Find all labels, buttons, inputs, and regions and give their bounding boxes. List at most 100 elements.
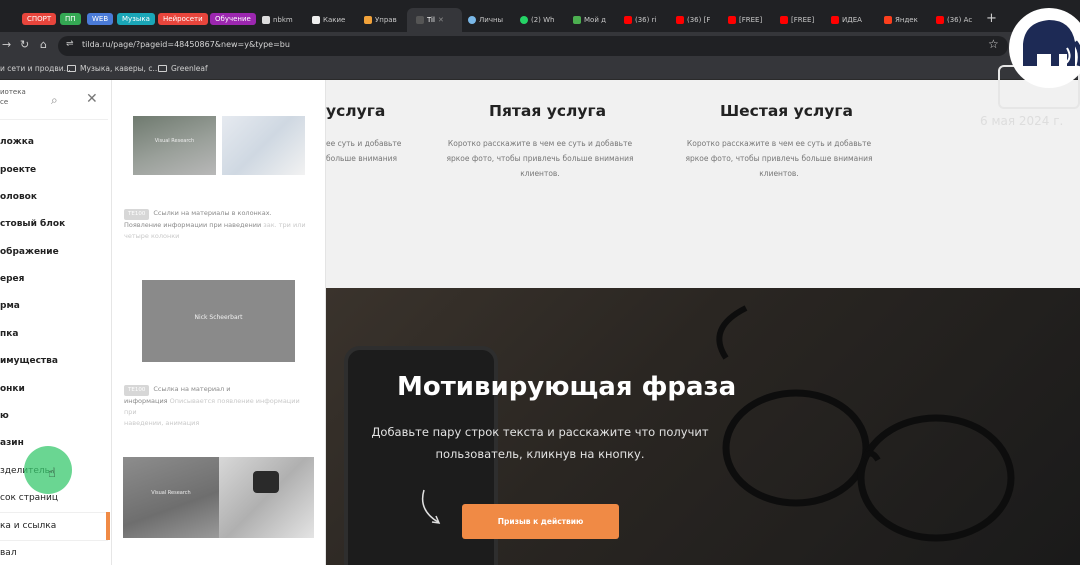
service-title[interactable]: услуга bbox=[326, 102, 385, 120]
menu-item-gallery[interactable]: ерея bbox=[0, 274, 24, 284]
tab-label: Мой д bbox=[584, 16, 606, 24]
tab[interactable]: ИДЕА bbox=[831, 11, 877, 29]
menu-item-about[interactable]: роекте bbox=[0, 165, 36, 175]
tab[interactable]: Яндек bbox=[884, 11, 930, 29]
bookmark-chip-web[interactable]: WEB bbox=[87, 13, 114, 25]
hero-text[interactable]: Добавьте пару строк текста и расскажите … bbox=[370, 421, 710, 465]
caption-text: Ссылки на материалы в колонках. bbox=[153, 209, 272, 217]
drive-icon bbox=[573, 16, 581, 24]
menu-item-cover[interactable]: ложка bbox=[0, 137, 34, 147]
site-info-icon[interactable]: ⇌ bbox=[66, 39, 74, 49]
caption-text: информация bbox=[124, 397, 168, 405]
menu-item-button[interactable]: пка bbox=[0, 329, 18, 339]
menu-item-shop[interactable]: азин bbox=[0, 438, 24, 448]
bookmark-chip-pp[interactable]: ПП bbox=[60, 13, 81, 25]
youtube-icon bbox=[936, 16, 944, 24]
block-thumbnail-image[interactable]: Visual Research bbox=[133, 116, 216, 175]
close-icon[interactable]: ✕ bbox=[86, 91, 98, 107]
tab-favicon-icon bbox=[468, 16, 476, 24]
tab-label: [FREE] bbox=[739, 16, 763, 24]
close-tab-icon[interactable]: ✕ bbox=[438, 16, 444, 24]
home-icon[interactable]: ⌂ bbox=[40, 38, 47, 51]
caption-text: Ссылка на материал и bbox=[153, 385, 231, 393]
whatsapp-icon bbox=[520, 16, 528, 24]
tab[interactable]: Управ bbox=[364, 11, 406, 29]
menu-item-page-list[interactable]: сок страниц bbox=[0, 493, 58, 503]
bookmark-label: Greenleaf bbox=[171, 64, 208, 73]
menu-item-menu[interactable]: ю bbox=[0, 411, 9, 421]
hero-title[interactable]: Мотивирующая фраза bbox=[397, 372, 736, 402]
glasses-bridge bbox=[861, 450, 881, 462]
bookmark-label: и сети и продви... bbox=[0, 64, 71, 73]
youtube-icon bbox=[780, 16, 788, 24]
tab[interactable]: Какие bbox=[312, 11, 356, 29]
service-text-line: яркое фото, чтобы привлечь больше вниман… bbox=[685, 154, 873, 163]
reload-icon[interactable]: ↻ bbox=[20, 38, 29, 51]
tab[interactable]: (36) Ас bbox=[936, 11, 980, 29]
search-icon[interactable]: ⌕ bbox=[51, 93, 58, 108]
tab[interactable]: Личны bbox=[468, 11, 514, 29]
menu-item-image[interactable]: ображение bbox=[0, 247, 59, 257]
block-caption: TE100 Ссылки на материалы в колонках. Поя… bbox=[124, 208, 314, 242]
tab[interactable]: [FREE] bbox=[728, 11, 774, 29]
new-tab-plus-icon[interactable]: + bbox=[986, 11, 997, 26]
tab[interactable]: Мой д bbox=[573, 11, 619, 29]
menu-item-card-link[interactable]: ка и ссылка bbox=[0, 521, 56, 531]
folder-icon bbox=[67, 65, 76, 72]
tab[interactable]: (2) Wh bbox=[520, 11, 568, 29]
mammoth-icon bbox=[1023, 20, 1080, 67]
menu-divider bbox=[0, 119, 108, 120]
block-thumbnail-image[interactable]: Nick Scheerbart bbox=[142, 280, 295, 362]
forward-arrow-icon[interactable]: → bbox=[2, 38, 11, 51]
bookmark-chip-ai[interactable]: Нейросети bbox=[158, 13, 208, 25]
menu-item-heading[interactable]: оловок bbox=[0, 192, 37, 202]
bookmark-label: Музыка, каверы, с... bbox=[80, 64, 160, 73]
menu-item-text-block[interactable]: стовый блок bbox=[0, 219, 65, 229]
menu-item-form[interactable]: рма bbox=[0, 301, 20, 311]
page-services-block bbox=[326, 80, 1080, 288]
youtube-icon bbox=[676, 16, 684, 24]
caption-text: Появление информации при наведении bbox=[124, 221, 262, 229]
tab-label: (36) ri bbox=[635, 16, 657, 24]
menu-item-advantages[interactable]: имущества bbox=[0, 356, 58, 366]
bookmark-chip-sport[interactable]: СПОРТ bbox=[22, 13, 57, 25]
menu-item-interval[interactable]: вал bbox=[0, 548, 17, 558]
caption-line: Появление информации при наведении зак. … bbox=[124, 220, 314, 231]
tab[interactable]: [FREE] bbox=[780, 11, 826, 29]
tab[interactable]: nbkm bbox=[262, 11, 304, 29]
block-caption: TE100 Ссылка на материал и информация Опи… bbox=[124, 384, 314, 429]
cta-button[interactable]: Призыв к действию bbox=[462, 504, 619, 539]
bookmark-folder-social[interactable]: и сети и продви... bbox=[0, 64, 71, 73]
service-text[interactable]: Коротко расскажите в чем ее суть и добав… bbox=[440, 136, 640, 181]
service-text[interactable]: ее суть и добавьте больше внимания bbox=[326, 136, 406, 166]
block-thumbnail-image[interactable]: Visual Research bbox=[123, 457, 219, 538]
tab[interactable]: (36) ri bbox=[624, 11, 670, 29]
caption-faded-text: зак. три или bbox=[263, 221, 306, 229]
bookmark-folder-greenleaf[interactable]: Greenleaf bbox=[158, 64, 208, 73]
bookmark-star-icon[interactable]: ☆ bbox=[988, 37, 999, 51]
block-thumbnail-image[interactable] bbox=[219, 457, 314, 538]
tab-label: Яндек bbox=[895, 16, 918, 24]
url-text[interactable]: tilda.ru/page/?pageid=48450867&new=y&typ… bbox=[82, 40, 290, 49]
service-text-line: больше внимания bbox=[326, 154, 398, 163]
tab-label: Личны bbox=[479, 16, 504, 24]
service-text-line: клиентов. bbox=[759, 169, 799, 178]
block-thumbnail-image[interactable] bbox=[222, 116, 305, 175]
service-title[interactable]: Пятая услуга bbox=[489, 102, 606, 120]
glasses-lens-left bbox=[722, 389, 870, 507]
library-title: иотека се bbox=[0, 87, 26, 107]
service-title[interactable]: Шестая услуга bbox=[720, 102, 853, 120]
tab-tilda[interactable]: Til ✕ bbox=[416, 11, 456, 29]
youtube-icon bbox=[728, 16, 736, 24]
tab-label: (36) Ас bbox=[947, 16, 973, 24]
bookmark-folder-music[interactable]: Музыка, каверы, с... bbox=[67, 64, 160, 73]
service-text[interactable]: Коротко расскажите в чем ее суть и добав… bbox=[679, 136, 879, 181]
bookmark-chip-learning[interactable]: Обучение bbox=[210, 13, 256, 25]
menu-item-columns[interactable]: онки bbox=[0, 384, 25, 394]
yandex-icon bbox=[884, 16, 892, 24]
caption-line: TE100 Ссылка на материал и bbox=[124, 384, 314, 396]
bookmark-chip-music[interactable]: Музыка bbox=[117, 13, 155, 25]
tab[interactable]: (36) [F bbox=[676, 11, 722, 29]
caption-faded-text: четыре колонки bbox=[124, 232, 180, 240]
tab-label: Управ bbox=[375, 16, 397, 24]
